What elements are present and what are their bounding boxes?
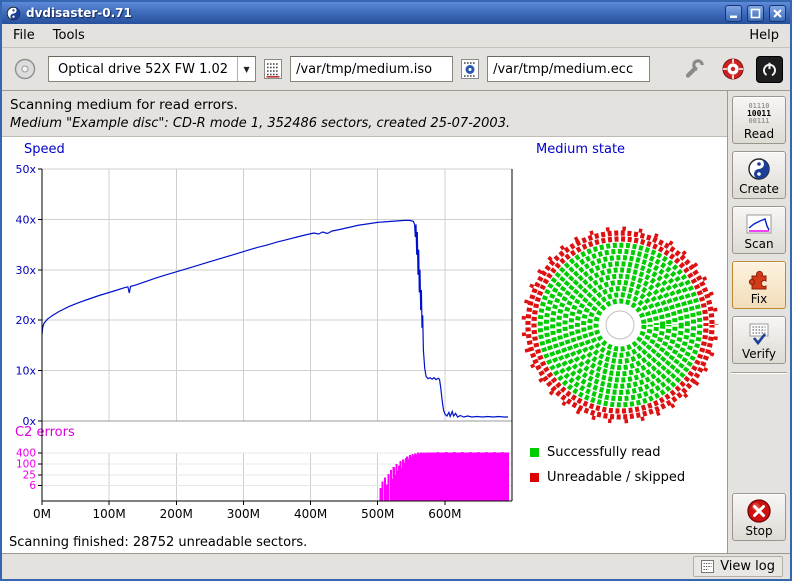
- view-log-label: View log: [720, 559, 775, 574]
- content-area: Scanning medium for read errors. Medium …: [2, 91, 790, 553]
- svg-text:40x: 40x: [15, 213, 36, 226]
- speed-c2-chart: 50x40x30x20x10x0x4001002560M100M200M300M…: [2, 161, 526, 531]
- svg-text:400M: 400M: [294, 507, 327, 521]
- read-button-label: Read: [744, 127, 774, 141]
- preferences-button[interactable]: [678, 53, 710, 85]
- create-button-label: Create: [739, 182, 779, 196]
- read-button[interactable]: 01110 10011 00111 Read: [732, 96, 786, 144]
- legend-red-swatch: [530, 473, 539, 482]
- drive-select-value: Optical drive 52X FW 1.02: [49, 62, 237, 77]
- stop-button-label: Stop: [745, 524, 772, 538]
- iso-path-input[interactable]: [290, 56, 453, 82]
- disc-drive-icon: [13, 57, 37, 81]
- medium-state-title: Medium state: [536, 142, 625, 157]
- minimize-button[interactable]: [725, 5, 742, 22]
- verify-button[interactable]: Verify: [732, 316, 786, 364]
- app-logo-icon: [6, 6, 21, 21]
- fix-puzzle-icon: [747, 265, 771, 292]
- close-button[interactable]: [769, 5, 786, 22]
- ecc-image-icon: [460, 58, 480, 80]
- sidebar-separator: [731, 372, 787, 374]
- verify-icon: [747, 320, 771, 347]
- scan-chart-icon: [746, 210, 772, 237]
- legend-unreadable: Unreadable / skipped: [530, 470, 685, 485]
- medium-state-disc: [520, 225, 720, 425]
- view-log-button[interactable]: View log: [693, 556, 783, 577]
- titlebar[interactable]: dvdisaster-0.71: [2, 2, 790, 24]
- exit-button[interactable]: [756, 56, 783, 83]
- scan-button[interactable]: Scan: [732, 206, 786, 254]
- svg-text:0x: 0x: [22, 415, 36, 428]
- svg-text:30x: 30x: [15, 264, 36, 277]
- power-icon: [760, 60, 779, 79]
- read-binary-icon: 01110 10011 00111: [747, 100, 771, 127]
- verify-button-label: Verify: [742, 347, 776, 361]
- main-column: Scanning medium for read errors. Medium …: [2, 91, 727, 553]
- minimize-icon: [727, 7, 740, 20]
- svg-text:0M: 0M: [33, 507, 51, 521]
- wrench-icon: [682, 57, 706, 81]
- scan-button-label: Scan: [744, 237, 773, 251]
- create-yinyang-icon: [747, 155, 771, 182]
- iso-image-icon: [263, 58, 283, 80]
- svg-text:50x: 50x: [15, 163, 36, 176]
- scan-finished-status: Scanning finished: 28752 unreadable sect…: [9, 535, 307, 550]
- svg-text:300M: 300M: [227, 507, 260, 521]
- app-window: dvdisaster-0.71 File Tools Help Optical …: [0, 0, 792, 581]
- drive-select-combo[interactable]: Optical drive 52X FW 1.02 ▼: [48, 56, 256, 82]
- svg-text:10x: 10x: [15, 365, 36, 378]
- menu-tools[interactable]: Tools: [44, 25, 94, 46]
- status-bar: View log: [2, 553, 790, 579]
- maximize-button[interactable]: [747, 5, 764, 22]
- svg-text:20x: 20x: [15, 314, 36, 327]
- maximize-icon: [749, 7, 762, 20]
- dvdisaster-logo-icon: [721, 57, 745, 81]
- svg-text:6: 6: [29, 480, 36, 492]
- about-button[interactable]: [717, 53, 749, 85]
- close-icon: [771, 7, 784, 20]
- status-header: Scanning medium for read errors. Medium …: [2, 91, 727, 137]
- legend-label: Successfully read: [547, 445, 660, 460]
- eject-drive-button[interactable]: [9, 53, 41, 85]
- ecc-path-input[interactable]: [487, 56, 650, 82]
- menu-file[interactable]: File: [4, 25, 44, 46]
- fix-button[interactable]: Fix: [732, 261, 786, 309]
- legend-successfully-read: Successfully read: [530, 445, 660, 460]
- svg-text:200M: 200M: [160, 507, 193, 521]
- log-icon: [701, 560, 714, 573]
- stop-button[interactable]: Stop: [732, 493, 786, 541]
- create-button[interactable]: Create: [732, 151, 786, 199]
- svg-text:100M: 100M: [93, 507, 126, 521]
- menubar: File Tools Help: [2, 24, 790, 48]
- svg-text:500M: 500M: [361, 507, 394, 521]
- fix-button-label: Fix: [751, 292, 767, 306]
- legend-label: Unreadable / skipped: [547, 470, 685, 485]
- status-line-medium-info: Medium "Example disc": CD-R mode 1, 3524…: [10, 116, 719, 131]
- legend-green-swatch: [530, 448, 539, 457]
- menu-help[interactable]: Help: [740, 25, 788, 46]
- chevron-down-icon: ▼: [238, 65, 255, 74]
- action-sidebar: 01110 10011 00111 Read Create: [727, 91, 790, 553]
- toolbar: Optical drive 52X FW 1.02 ▼: [2, 48, 790, 91]
- speed-chart-title: Speed: [24, 142, 65, 157]
- window-title: dvdisaster-0.71: [26, 6, 720, 20]
- stop-icon: [746, 497, 772, 524]
- chart-panel: Speed Medium state C2 errors 50x40x30x20…: [2, 137, 727, 553]
- status-line-primary: Scanning medium for read errors.: [10, 97, 719, 113]
- svg-text:600M: 600M: [428, 507, 461, 521]
